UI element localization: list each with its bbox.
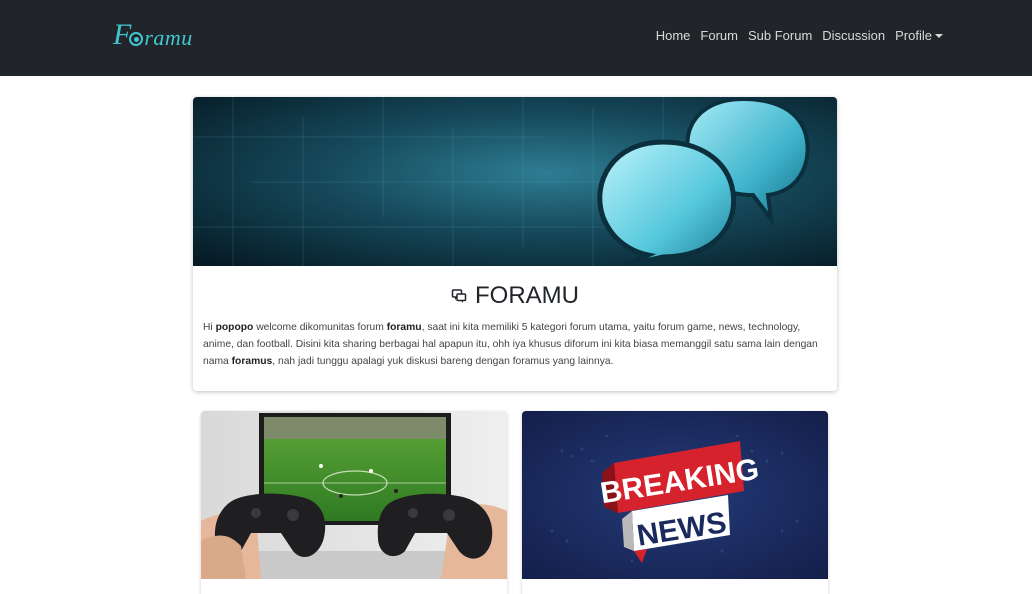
- welcome-card-body: FORAMU Hi popopo welcome dikomunitas for…: [193, 266, 837, 391]
- welcome-title-text: FORAMU: [475, 282, 579, 309]
- welcome-text-3: , nah jadi tunggu apalagi yuk diskusi ba…: [272, 356, 614, 367]
- nav-profile-dropdown[interactable]: Profile: [890, 28, 948, 43]
- brand-mention: foramu: [386, 322, 422, 333]
- nickname-mention: foramus: [231, 356, 273, 367]
- hero-chat-bubbles-image: [193, 97, 837, 266]
- brand-text: ramu: [144, 25, 193, 50]
- brand-globe-icon: [129, 32, 144, 46]
- gamepad-photo: [201, 411, 507, 579]
- nav-profile-label: Profile: [895, 28, 932, 43]
- breaking-news-photo: BREAKING NEWS: [522, 411, 828, 579]
- chat-bubbles-icon: [451, 289, 467, 303]
- greeting: Hi: [203, 322, 216, 333]
- nav-forum-link[interactable]: Forum: [695, 28, 743, 43]
- top-navbar: F ramu Home Forum Sub Forum Discussion P…: [0, 0, 1032, 76]
- welcome-title: FORAMU: [193, 282, 837, 310]
- nav-discussion-link[interactable]: Discussion: [817, 28, 890, 43]
- caret-down-icon: [935, 34, 943, 38]
- category-card-news[interactable]: BREAKING NEWS: [522, 411, 828, 594]
- nav-home-link[interactable]: Home: [651, 28, 696, 43]
- username: popopo: [215, 322, 254, 333]
- welcome-paragraph: Hi popopo welcome dikomunitas forum fora…: [203, 319, 829, 370]
- nav-sub-forum-link[interactable]: Sub Forum: [743, 28, 817, 43]
- category-card-game[interactable]: [201, 411, 507, 594]
- welcome-card: FORAMU Hi popopo welcome dikomunitas for…: [193, 97, 837, 391]
- nav-links: Home Forum Sub Forum Discussion Profile: [651, 28, 948, 43]
- welcome-text-1: welcome dikomunitas forum: [253, 322, 387, 333]
- brand-logo[interactable]: F ramu: [113, 18, 213, 52]
- brand-letter: F: [113, 18, 132, 51]
